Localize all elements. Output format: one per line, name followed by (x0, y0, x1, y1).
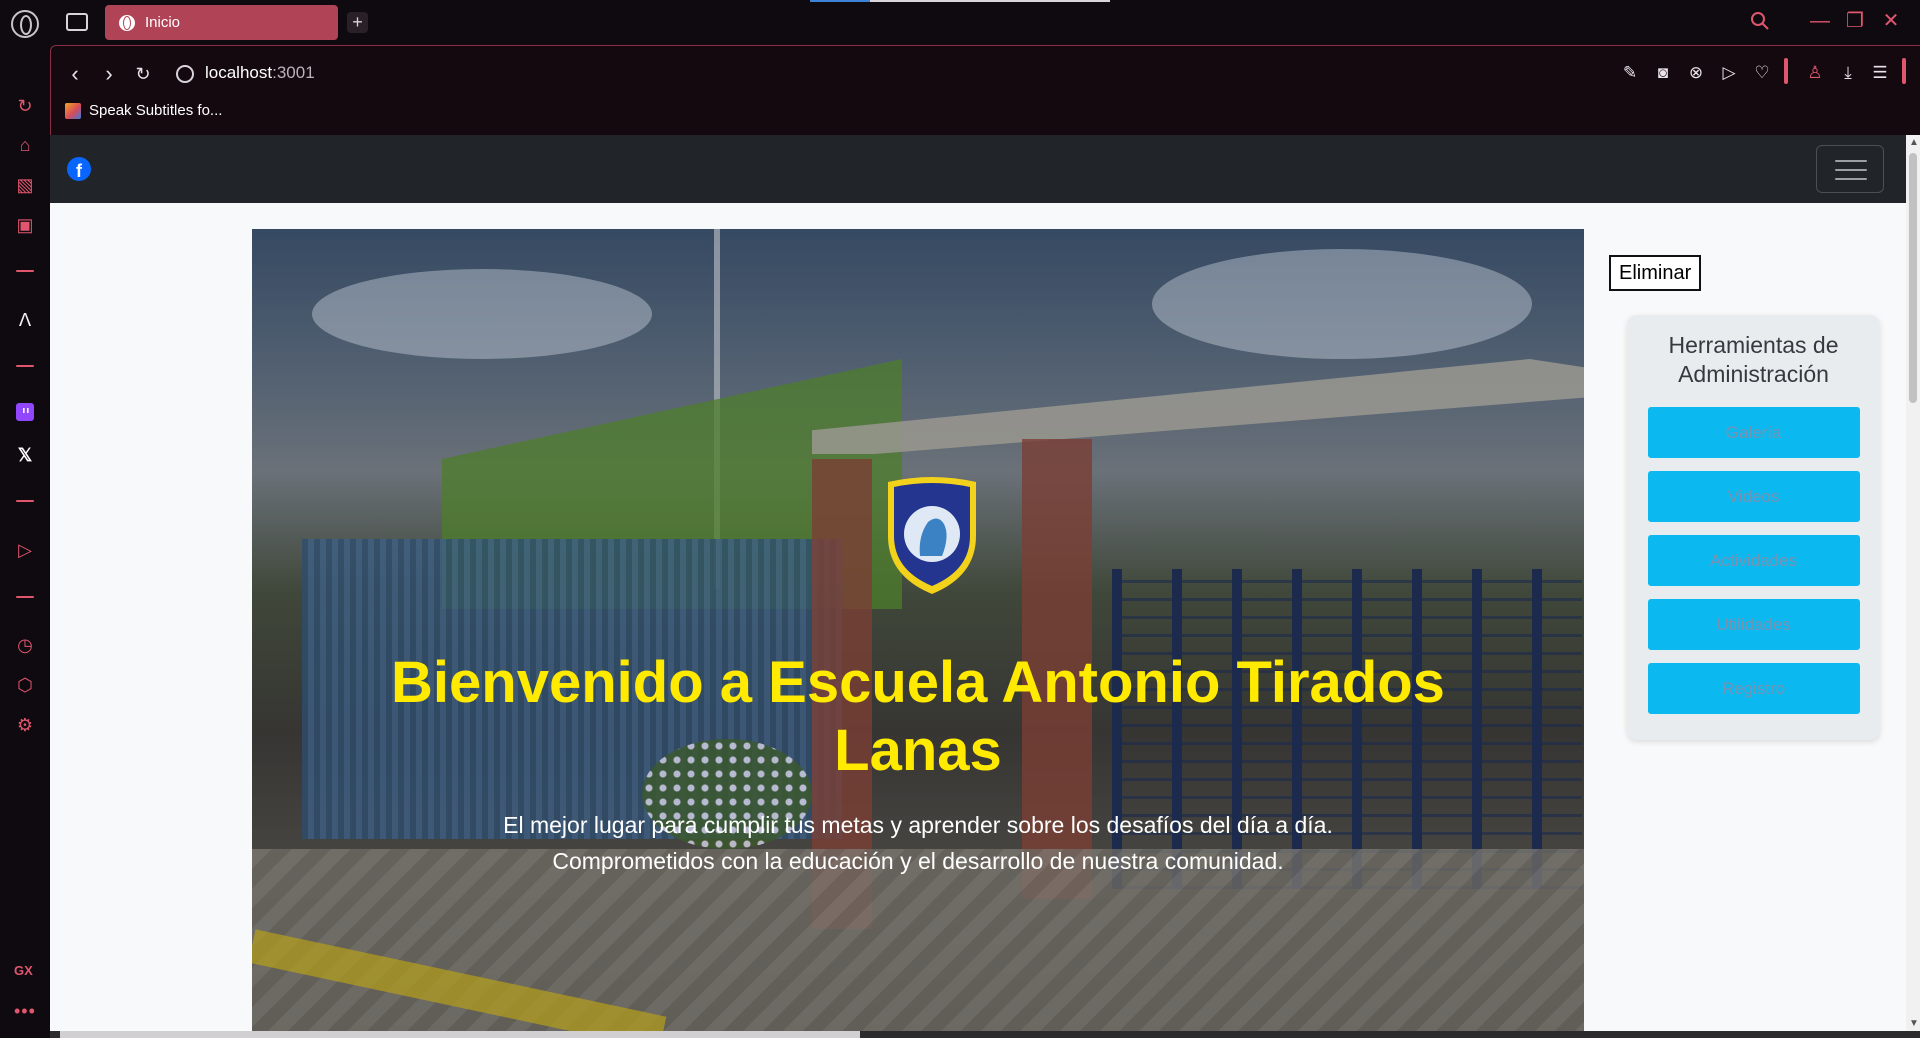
register-button[interactable]: Registro (1647, 663, 1860, 714)
admin-tools-title: Herramientas de Administración (1627, 331, 1880, 389)
hero-title: Bienvenido a Escuela Antonio Tirados Lan… (252, 649, 1584, 785)
tab-switcher-icon[interactable] (66, 13, 88, 31)
heart-icon[interactable]: ♡ (1750, 61, 1774, 85)
speed-dial-icon[interactable]: ↻ (12, 93, 38, 119)
history-icon[interactable]: ◷ (12, 632, 38, 658)
easy-setup-icon[interactable]: ☰ (1868, 61, 1892, 85)
accent-divider (1902, 58, 1906, 84)
hero-banner: Bienvenido a Escuela Antonio Tirados Lan… (252, 229, 1584, 1031)
close-window-icon[interactable]: ✕ (1878, 8, 1904, 34)
videos-button[interactable]: Videos (1647, 471, 1860, 522)
page-viewport: f Bienvenido a Escuela Antonio Tirados L… (50, 135, 1906, 1031)
gx-control-icon[interactable]: ⌂ (12, 132, 38, 158)
facebook-icon[interactable]: f (67, 157, 91, 181)
player-icon[interactable]: ▷ (12, 537, 38, 563)
forward-icon[interactable]: › (97, 62, 121, 86)
new-tab-button[interactable]: + (347, 12, 368, 33)
site-info-icon[interactable] (176, 65, 194, 83)
edit-icon[interactable]: ✎ (1618, 61, 1642, 85)
school-entrance-roof (812, 359, 1584, 454)
download-icon[interactable]: ⤓ (1836, 61, 1860, 85)
horizontal-scrollbar[interactable] (50, 1031, 1920, 1038)
opera-gx-logo-icon[interactable] (11, 10, 39, 38)
activities-button[interactable]: Actividades (1647, 535, 1860, 586)
hero-title-line2: Lanas (834, 718, 1002, 783)
scroll-up-icon[interactable]: ▲ (1909, 137, 1919, 148)
send-icon[interactable]: ▷ (1717, 61, 1741, 85)
x-twitter-icon[interactable]: 𝕏 (12, 442, 38, 468)
scrollbar-thumb[interactable] (1909, 153, 1917, 403)
delete-button[interactable]: Eliminar (1609, 255, 1702, 291)
hero-title-line1: Bienvenido a Escuela Antonio Tirados (391, 650, 1445, 715)
aria-icon[interactable]: ᐱ (12, 307, 38, 333)
gallery-button[interactable]: Galería (1647, 407, 1860, 458)
url-field[interactable]: localhost:3001 (205, 63, 315, 83)
sidebar-divider (16, 365, 34, 367)
globe-icon (119, 14, 135, 31)
browser-sidebar: ↻ ⌂ ▧ ▣ ᐱ 𝕏 ▷ ◷ ⬡ ⚙ GX ••• (0, 0, 50, 1038)
admin-title-line1: Herramientas de (1668, 332, 1839, 358)
address-bar-area: ‹ › ↻ localhost:3001 ✎ ◙ ⊗ ▷ ♡ ♙ ⤓ ☰ Spe… (50, 45, 1920, 135)
bookmark-label: Speak Subtitles fo... (89, 102, 223, 119)
scroll-down-icon[interactable]: ▼ (1909, 1018, 1919, 1029)
tab-bar: Inicio + — ❐ ✕ (50, 0, 1920, 45)
twitch-icon[interactable] (12, 402, 38, 428)
bookmark-favicon-icon (65, 102, 81, 119)
camera-icon[interactable]: ◙ (1651, 61, 1675, 85)
settings-gear-icon[interactable]: ⚙ (12, 712, 38, 738)
tab-inicio[interactable]: Inicio (105, 5, 338, 40)
utilities-button[interactable]: Utilidades (1647, 599, 1860, 650)
tab-title: Inicio (145, 14, 181, 31)
accent-divider (1784, 58, 1788, 84)
mods-icon[interactable]: ▣ (12, 212, 38, 238)
extensions-icon[interactable]: ⬡ (12, 672, 38, 698)
site-navbar: f (50, 135, 1906, 203)
minimize-icon[interactable]: — (1807, 8, 1833, 34)
horizontal-scrollbar-thumb[interactable] (60, 1031, 860, 1038)
url-host: localhost (205, 63, 273, 82)
sidebar-divider (16, 596, 34, 598)
more-icon[interactable]: ••• (14, 1001, 36, 1022)
bookmark-speak-subtitles[interactable]: Speak Subtitles fo... (65, 102, 222, 119)
loading-bar (810, 0, 1110, 2)
back-icon[interactable]: ‹ (63, 62, 87, 86)
hero-subtitle: El mejor lugar para cumplir tus metas y … (252, 807, 1584, 879)
gx-cleaner-icon[interactable]: ▧ (12, 172, 38, 198)
gx-label[interactable]: GX (14, 963, 33, 978)
vertical-scrollbar[interactable]: ▲ ▼ (1906, 135, 1920, 1031)
adblock-icon[interactable]: ⊗ (1684, 61, 1708, 85)
restore-icon[interactable]: ❐ (1842, 8, 1868, 34)
sidebar-divider (16, 270, 34, 272)
search-icon[interactable] (1750, 11, 1772, 33)
hero-subtitle-line2: Comprometidos con la educación y el desa… (552, 848, 1284, 874)
reload-icon[interactable]: ↻ (131, 62, 155, 86)
profile-icon[interactable]: ♙ (1803, 61, 1827, 85)
admin-tools-panel: Herramientas de Administración Galería V… (1627, 315, 1880, 740)
school-emblem-icon (888, 477, 976, 594)
hamburger-menu-icon[interactable] (1816, 145, 1884, 193)
admin-title-line2: Administración (1678, 361, 1829, 387)
sidebar-divider (16, 500, 34, 502)
url-port: :3001 (272, 63, 315, 82)
hero-subtitle-line1: El mejor lugar para cumplir tus metas y … (503, 812, 1333, 838)
